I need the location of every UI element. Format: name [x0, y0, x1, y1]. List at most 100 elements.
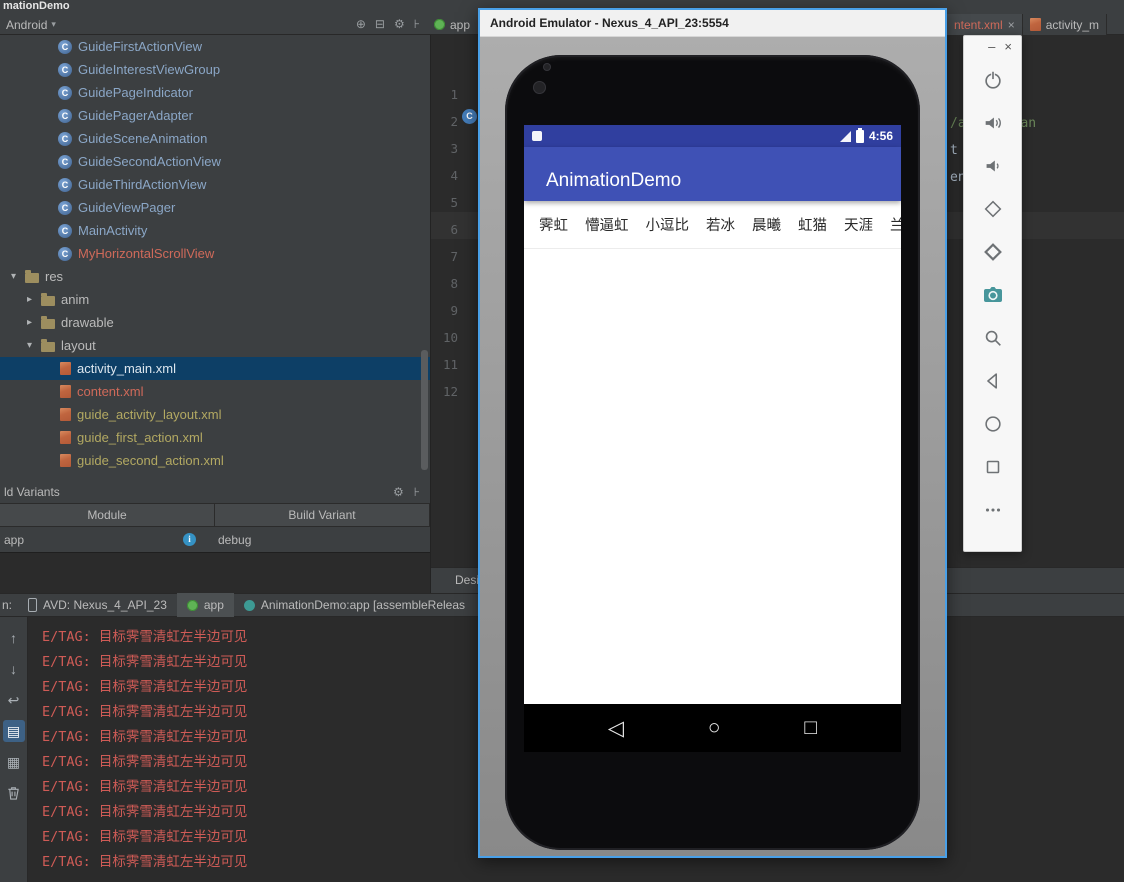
zoom-button[interactable] — [964, 316, 1021, 359]
clear-log-button[interactable] — [3, 782, 25, 804]
xml-file-icon — [60, 408, 71, 421]
class-icon: C — [58, 108, 72, 123]
volume-down-icon — [986, 160, 999, 171]
class-icon: C — [58, 200, 72, 215]
notification-icon — [532, 131, 542, 141]
tree-file-content[interactable]: content.xml — [0, 380, 430, 403]
signal-icon — [839, 130, 851, 142]
xml-file-icon — [60, 431, 71, 444]
back-button[interactable]: ◁ — [608, 716, 624, 741]
tree-folder-layout[interactable]: ▾ layout — [0, 334, 430, 357]
tab-activity-main-xml[interactable]: activity_m — [1022, 14, 1108, 35]
chevron-down-icon: ▾ — [10, 271, 17, 282]
overview-icon — [986, 460, 999, 473]
emulator-toolbar: – × — [963, 35, 1022, 552]
module-name: app — [4, 532, 25, 547]
xml-file-icon — [1029, 18, 1041, 31]
back-button[interactable] — [964, 359, 1021, 402]
breadcrumb-app[interactable]: app — [434, 14, 470, 35]
collapse-all-icon[interactable]: ⊟ — [375, 14, 385, 35]
emulator-body: 4:56 AnimationDemo 霁虹 懵逼虹 小逗比 若冰 晨曦 虹猫 天… — [480, 37, 945, 856]
stack-trace-button[interactable]: ▦ — [3, 751, 25, 773]
settings-gear-icon[interactable]: ⚙ — [393, 485, 404, 499]
settings-gear-icon[interactable]: ⚙ — [394, 14, 405, 35]
tree-item-class[interactable]: C MyHorizontalScrollView — [0, 242, 430, 265]
class-icon: C — [58, 39, 72, 54]
list-item[interactable]: 虹猫 — [798, 214, 827, 235]
tab-avd[interactable]: AVD: Nexus_4_API_23 — [18, 593, 177, 617]
volume-up-button[interactable] — [964, 101, 1021, 144]
tree-file-activity-main[interactable]: activity_main.xml — [0, 357, 430, 380]
power-icon — [984, 71, 1001, 89]
list-item[interactable]: 霁虹 — [539, 214, 568, 235]
gradle-icon — [243, 599, 255, 611]
tab-app[interactable]: app — [176, 593, 234, 617]
rotate-left-button[interactable] — [964, 187, 1021, 230]
expand-all-icon[interactable]: ⊕ — [356, 14, 366, 35]
folder-icon — [41, 338, 55, 352]
minimize-button[interactable]: – — [988, 39, 995, 58]
tree-item-class[interactable]: C GuideViewPager — [0, 196, 430, 219]
tree-item-class[interactable]: C MainActivity — [0, 219, 430, 242]
project-view-selector[interactable]: Android — [6, 18, 47, 32]
soft-wrap-button[interactable]: ↩ — [3, 689, 25, 711]
hide-panel-icon[interactable]: ⊦ — [414, 485, 420, 499]
hide-panel-icon[interactable]: ⊦ — [414, 14, 420, 35]
tree-item-class[interactable]: C GuideSecondActionView — [0, 150, 430, 173]
recents-button[interactable]: □ — [804, 716, 817, 740]
variant-select[interactable]: debug — [218, 533, 251, 547]
editor-tab-bar: ntent.xml × activity_m — [947, 14, 1108, 35]
tree-item-class[interactable]: C GuidePageIndicator — [0, 81, 430, 104]
print-toggle-button[interactable]: ▤ — [2, 720, 25, 742]
battery-icon — [855, 127, 864, 143]
tree-file-guide-activity-layout[interactable]: guide_activity_layout.xml — [0, 403, 430, 426]
list-item[interactable]: 兰亭书序 — [890, 214, 901, 235]
logcat-toolbar: ↑ ↓ ↩ ▤ ▦ — [0, 617, 28, 882]
tab-content-xml[interactable]: ntent.xml × — [947, 14, 1023, 35]
close-button[interactable]: × — [1004, 39, 1012, 58]
chevron-down-icon: ▾ — [26, 340, 33, 351]
tree-item-class[interactable]: C GuidePagerAdapter — [0, 104, 430, 127]
folder-icon — [41, 292, 55, 306]
build-variant-row[interactable]: app i debug — [0, 527, 430, 552]
overview-button[interactable] — [964, 445, 1021, 488]
horizontal-scroll-list[interactable]: 霁虹 懵逼虹 小逗比 若冰 晨曦 虹猫 天涯 兰亭书序 — [524, 201, 901, 249]
list-item[interactable]: 若冰 — [706, 214, 735, 235]
list-item[interactable]: 懵逼虹 — [585, 214, 629, 235]
close-icon[interactable]: × — [1008, 18, 1015, 32]
tree-item-class[interactable]: C GuideFirstActionView — [0, 35, 430, 58]
tree-folder-anim[interactable]: ▸ anim — [0, 288, 430, 311]
chevron-right-icon: ▸ — [26, 294, 33, 305]
tree-file-guide-second-action[interactable]: guide_second_action.xml — [0, 449, 430, 472]
list-item[interactable]: 天涯 — [844, 214, 873, 235]
tree-folder-drawable[interactable]: ▸ drawable — [0, 311, 430, 334]
scrollbar[interactable] — [421, 350, 428, 470]
emulator-window[interactable]: Android Emulator - Nexus_4_API_23:5554 4… — [478, 8, 947, 858]
list-item[interactable]: 小逗比 — [646, 214, 690, 235]
screenshot-button[interactable] — [964, 273, 1021, 316]
tree-item-class[interactable]: C GuideThirdActionView — [0, 173, 430, 196]
tree-item-class[interactable]: C GuideSceneAnimation — [0, 127, 430, 150]
class-gutter-icon[interactable]: C — [462, 109, 477, 124]
home-button[interactable] — [964, 402, 1021, 445]
phone-screen[interactable]: 4:56 AnimationDemo 霁虹 懵逼虹 小逗比 若冰 晨曦 虹猫 天… — [524, 125, 901, 752]
tab-gradle-task[interactable]: AnimationDemo:app [assembleReleas — [234, 593, 475, 617]
emulator-window-titlebar[interactable]: Android Emulator - Nexus_4_API_23:5554 — [480, 10, 945, 37]
app-bar: AnimationDemo — [524, 147, 901, 201]
scroll-down-button[interactable]: ↓ — [3, 658, 25, 680]
home-button[interactable]: ○ — [708, 716, 721, 740]
camera-icon — [983, 286, 1002, 302]
app-content — [524, 249, 901, 704]
rotate-right-button[interactable] — [964, 230, 1021, 273]
volume-down-button[interactable] — [964, 144, 1021, 187]
tree-folder-res[interactable]: ▾ res — [0, 265, 430, 288]
xml-file-icon — [60, 385, 71, 398]
scroll-up-button[interactable]: ↑ — [3, 627, 25, 649]
tree-file-guide-first-action[interactable]: guide_first_action.xml — [0, 426, 430, 449]
class-icon: C — [58, 246, 72, 261]
code-fragment: t — [950, 143, 958, 158]
list-item[interactable]: 晨曦 — [752, 214, 781, 235]
power-button[interactable] — [964, 58, 1021, 101]
tree-item-class[interactable]: C GuideInterestViewGroup — [0, 58, 430, 81]
more-button[interactable] — [964, 488, 1021, 531]
